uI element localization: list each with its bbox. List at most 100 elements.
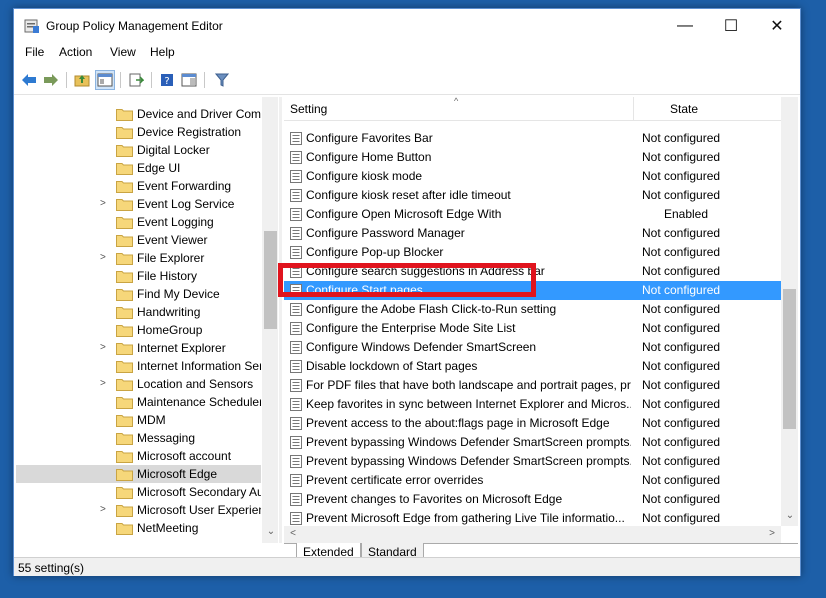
policy-row[interactable]: Prevent certificate error overrides Not c… bbox=[284, 471, 781, 490]
properties-view-button[interactable] bbox=[179, 70, 199, 90]
pane-splitter[interactable] bbox=[279, 97, 282, 543]
tree-item[interactable]: Maintenance Scheduler bbox=[16, 393, 261, 411]
expand-arrow-icon[interactable] bbox=[100, 432, 110, 444]
help-button[interactable]: ? bbox=[157, 70, 177, 90]
menu-action[interactable]: Action bbox=[59, 45, 92, 59]
policy-row[interactable]: Configure Favorites Bar Not configured bbox=[284, 129, 781, 148]
menu-help[interactable]: Help bbox=[150, 45, 175, 59]
expand-arrow-icon[interactable] bbox=[100, 180, 110, 192]
policy-row[interactable]: Prevent access to the about:flags page i… bbox=[284, 414, 781, 433]
tree-pane[interactable]: Device and Driver Compatibility Device Re… bbox=[16, 97, 278, 543]
expand-arrow-icon[interactable] bbox=[100, 234, 110, 246]
tree-item[interactable]: Device Registration bbox=[16, 123, 261, 141]
tree-item[interactable]: File History bbox=[16, 267, 261, 285]
settings-list[interactable]: Setting ^ State Configure Favorites Bar N… bbox=[284, 97, 798, 543]
expand-arrow-icon[interactable] bbox=[100, 216, 110, 228]
filter-button[interactable] bbox=[212, 70, 232, 90]
list-vertical-scrollbar[interactable]: ⌄ bbox=[781, 97, 798, 526]
tree-item[interactable]: > Location and Sensors bbox=[16, 375, 261, 393]
tree-item[interactable]: Find My Device bbox=[16, 285, 261, 303]
policy-row[interactable]: Prevent bypassing Windows Defender Smart… bbox=[284, 452, 781, 471]
expand-arrow-icon[interactable] bbox=[100, 360, 110, 372]
expand-arrow-icon[interactable]: > bbox=[100, 504, 110, 516]
tree-item[interactable]: Device and Driver Compatibility bbox=[16, 105, 261, 123]
policy-row[interactable]: Configure kiosk reset after idle timeout… bbox=[284, 186, 781, 205]
tree-item[interactable]: Microsoft Edge bbox=[16, 465, 261, 483]
tree-item[interactable]: Handwriting bbox=[16, 303, 261, 321]
tree-item[interactable]: Messaging bbox=[16, 429, 261, 447]
expand-arrow-icon[interactable] bbox=[100, 288, 110, 300]
expand-arrow-icon[interactable] bbox=[100, 468, 110, 480]
tree-scroll-thumb[interactable] bbox=[264, 231, 277, 329]
expand-arrow-icon[interactable]: > bbox=[100, 378, 110, 390]
policy-row[interactable]: Configure Pop-up Blocker Not configured bbox=[284, 243, 781, 262]
tree-item[interactable]: > Event Log Service bbox=[16, 195, 261, 213]
expand-arrow-icon[interactable] bbox=[100, 108, 110, 120]
tree-item[interactable]: Microsoft Secondary Authentication Facto… bbox=[16, 483, 261, 501]
policy-row[interactable]: Disable lockdown of Start pages Not confi… bbox=[284, 357, 781, 376]
expand-arrow-icon[interactable]: > bbox=[100, 198, 110, 210]
tree-item[interactable]: Event Logging bbox=[16, 213, 261, 231]
scroll-right-icon[interactable]: > bbox=[765, 527, 779, 541]
scroll-left-icon[interactable]: < bbox=[286, 527, 300, 541]
expand-arrow-icon[interactable] bbox=[100, 414, 110, 426]
show-hide-tree-button[interactable] bbox=[95, 70, 115, 90]
policy-row[interactable]: Configure Password Manager Not configured bbox=[284, 224, 781, 243]
tree-scroll-down-icon[interactable]: ⌄ bbox=[264, 525, 278, 539]
tree-item[interactable]: Digital Locker bbox=[16, 141, 261, 159]
policy-row[interactable]: Configure the Enterprise Mode Site List N… bbox=[284, 319, 781, 338]
expand-arrow-icon[interactable] bbox=[100, 396, 110, 408]
policy-row[interactable]: Configure Home Button Not configured bbox=[284, 148, 781, 167]
expand-arrow-icon[interactable] bbox=[100, 306, 110, 318]
list-scroll-thumb[interactable] bbox=[783, 289, 796, 429]
forward-button[interactable] bbox=[41, 70, 61, 90]
policy-row[interactable]: Configure Open Microsoft Edge With Enable… bbox=[284, 205, 781, 224]
policy-row[interactable]: Configure search suggestions in Address … bbox=[284, 262, 781, 281]
tree-item[interactable]: MDM bbox=[16, 411, 261, 429]
tree-item[interactable]: Microsoft account bbox=[16, 447, 261, 465]
tree-item[interactable]: > File Explorer bbox=[16, 249, 261, 267]
column-divider[interactable] bbox=[633, 97, 634, 121]
expand-arrow-icon[interactable]: > bbox=[100, 252, 110, 264]
tree-vertical-scrollbar[interactable]: ⌄ bbox=[262, 97, 278, 543]
policy-row[interactable]: Prevent changes to Favorites on Microsof… bbox=[284, 490, 781, 509]
expand-arrow-icon[interactable] bbox=[100, 450, 110, 462]
close-button[interactable]: ✕ bbox=[754, 9, 800, 42]
tree-item[interactable]: NetMeeting bbox=[16, 519, 261, 537]
menu-file[interactable]: File bbox=[25, 45, 44, 59]
up-one-level-button[interactable] bbox=[72, 70, 92, 90]
expand-arrow-icon[interactable] bbox=[100, 126, 110, 138]
list-horizontal-scrollbar[interactable]: < > bbox=[284, 526, 781, 543]
title-bar[interactable]: Group Policy Management Editor — ☐ ✕ bbox=[14, 9, 800, 43]
expand-arrow-icon[interactable] bbox=[100, 144, 110, 156]
column-header-state[interactable]: State bbox=[670, 102, 698, 116]
expand-arrow-icon[interactable] bbox=[100, 522, 110, 534]
minimize-button[interactable]: — bbox=[662, 9, 708, 42]
policy-row[interactable]: Configure Windows Defender SmartScreen No… bbox=[284, 338, 781, 357]
tree-item[interactable]: > Internet Explorer bbox=[16, 339, 261, 357]
tree-item[interactable]: Edge UI bbox=[16, 159, 261, 177]
policy-row[interactable]: Configure the Adobe Flash Click-to-Run s… bbox=[284, 300, 781, 319]
column-header-setting[interactable]: Setting bbox=[290, 102, 327, 116]
policy-setting-icon bbox=[290, 455, 302, 468]
menu-view[interactable]: View bbox=[110, 45, 136, 59]
tree-item[interactable]: Event Forwarding bbox=[16, 177, 261, 195]
policy-row[interactable]: For PDF files that have both landscape a… bbox=[284, 376, 781, 395]
policy-row[interactable]: Configure Start pages Not configured bbox=[284, 281, 781, 300]
expand-arrow-icon[interactable] bbox=[100, 486, 110, 498]
expand-arrow-icon[interactable] bbox=[100, 270, 110, 282]
tree-item[interactable]: Internet Information Services bbox=[16, 357, 261, 375]
policy-row[interactable]: Keep favorites in sync between Internet … bbox=[284, 395, 781, 414]
policy-row[interactable]: Configure kiosk mode Not configured bbox=[284, 167, 781, 186]
expand-arrow-icon[interactable] bbox=[100, 162, 110, 174]
tree-item[interactable]: > Microsoft User Experience Virtualizatio… bbox=[16, 501, 261, 519]
policy-row[interactable]: Prevent bypassing Windows Defender Smart… bbox=[284, 433, 781, 452]
export-list-button[interactable] bbox=[126, 70, 146, 90]
list-scroll-down-icon[interactable]: ⌄ bbox=[783, 509, 797, 523]
maximize-button[interactable]: ☐ bbox=[708, 9, 754, 42]
tree-item[interactable]: HomeGroup bbox=[16, 321, 261, 339]
expand-arrow-icon[interactable]: > bbox=[100, 342, 110, 354]
expand-arrow-icon[interactable] bbox=[100, 324, 110, 336]
tree-item[interactable]: Event Viewer bbox=[16, 231, 261, 249]
back-button[interactable] bbox=[19, 70, 39, 90]
